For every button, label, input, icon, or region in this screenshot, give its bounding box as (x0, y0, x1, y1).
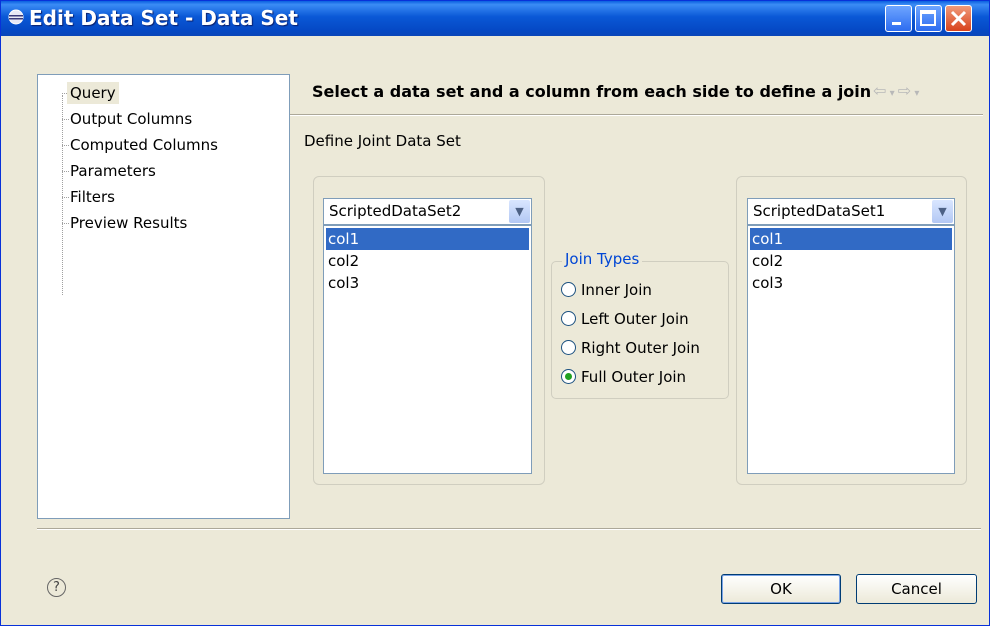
tree-connector (62, 171, 69, 172)
navigation-tree: Query Output Columns Computed Columns Pa… (37, 74, 290, 519)
radio-checked-icon (561, 369, 576, 384)
forward-dropdown-icon[interactable]: ▾ (911, 88, 919, 99)
tree-connector (62, 145, 69, 146)
radio-icon (561, 282, 576, 297)
title-bar[interactable]: Edit Data Set - Data Set (1, 1, 989, 36)
list-item[interactable]: col1 (326, 228, 529, 250)
forward-arrow-icon[interactable]: ⇨ (898, 81, 911, 100)
chevron-down-icon[interactable]: ▼ (932, 200, 953, 223)
list-item[interactable]: col2 (326, 250, 529, 272)
inner-join-label: Inner Join (581, 281, 652, 299)
left-outer-join-label: Left Outer Join (581, 310, 689, 328)
radio-dot (565, 373, 572, 380)
tree-connector (62, 119, 69, 120)
tree-item-preview-results[interactable]: Preview Results (70, 212, 187, 234)
close-icon (950, 10, 967, 27)
maximize-button[interactable] (915, 5, 942, 32)
tree-item-filters[interactable]: Filters (70, 186, 115, 208)
cancel-button[interactable]: Cancel (856, 574, 977, 604)
list-item[interactable]: col1 (750, 228, 952, 250)
chevron-down-icon[interactable]: ▼ (509, 200, 530, 223)
maximize-icon (920, 10, 936, 26)
right-dataset-combo[interactable]: ScriptedDataSet1 ▼ (747, 198, 955, 225)
define-joint-label: Define Joint Data Set (304, 132, 461, 150)
page-header-title: Select a data set and a column from each… (312, 82, 872, 101)
minimize-button[interactable] (885, 5, 912, 32)
join-types-label: Join Types (562, 250, 643, 268)
tree-item-output-columns[interactable]: Output Columns (70, 108, 192, 130)
tree-item-computed-columns[interactable]: Computed Columns (70, 134, 218, 156)
tree-item-query[interactable]: Query (67, 82, 119, 104)
back-dropdown-icon[interactable]: ▾ (886, 88, 897, 99)
radio-icon (561, 340, 576, 355)
window-title: Edit Data Set - Data Set (29, 6, 298, 30)
right-outer-join-label: Right Outer Join (581, 339, 700, 357)
eclipse-icon (8, 9, 24, 25)
left-dataset-combo[interactable]: ScriptedDataSet2 ▼ (323, 198, 532, 225)
right-column-list[interactable]: col1 col2 col3 (747, 225, 955, 474)
radio-icon (561, 311, 576, 326)
tree-connector (62, 197, 69, 198)
page-navigation: ⇦ ▾ ⇨ ▾ (873, 81, 919, 100)
tree-connector (62, 95, 63, 295)
back-arrow-icon[interactable]: ⇦ (873, 81, 886, 100)
list-item[interactable]: col3 (750, 272, 952, 294)
full-outer-join-label: Full Outer Join (581, 368, 687, 386)
close-button[interactable] (945, 5, 972, 32)
tree-connector (62, 223, 69, 224)
ok-button[interactable]: OK (721, 574, 841, 604)
left-dataset-selected: ScriptedDataSet2 (329, 202, 462, 220)
list-item[interactable]: col2 (750, 250, 952, 272)
left-column-list[interactable]: col1 col2 col3 (323, 225, 532, 474)
header-separator (290, 114, 983, 116)
edit-data-set-dialog: Edit Data Set - Data Set Query Output Co… (0, 0, 990, 626)
right-dataset-selected: ScriptedDataSet1 (753, 202, 886, 220)
tree-item-parameters[interactable]: Parameters (70, 160, 156, 182)
minimize-icon (892, 22, 901, 25)
list-item[interactable]: col3 (326, 272, 529, 294)
footer-separator (37, 528, 981, 530)
help-icon[interactable]: ? (47, 578, 66, 597)
